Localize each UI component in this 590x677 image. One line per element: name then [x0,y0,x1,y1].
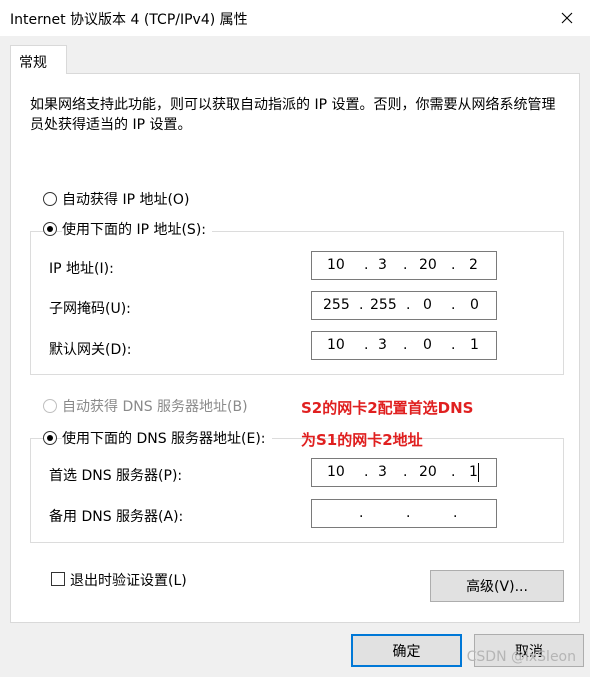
manual-dns-label: 使用下面的 DNS 服务器地址(E): [62,428,272,448]
default-gateway-label: 默认网关(D): [49,342,132,358]
alternate-dns-input[interactable]: . . . [311,499,497,528]
subnet-mask-label: 子网掩码(U): [49,301,131,317]
auto-ip-radio[interactable] [43,192,57,206]
manual-ip-label: 使用下面的 IP 地址(S): [62,219,212,239]
validate-checkbox[interactable] [51,572,65,586]
auto-dns-radio[interactable] [43,399,57,413]
manual-ip-radio[interactable] [43,222,57,236]
subnet-mask-input[interactable]: 255 . 255 . 0 . 0 [311,291,497,320]
ip-address-input[interactable]: 10 . 3 . 20 . 2 [311,251,497,280]
annotation-line-2: 为S1的网卡2地址 [301,431,423,449]
default-gateway-input[interactable]: 10 . 3 . 0 . 1 [311,331,497,360]
close-icon [561,12,573,24]
auto-dns-label: 自动获得 DNS 服务器地址(B) [62,399,248,415]
general-panel: 如果网络支持此功能，则可以获取自动指派的 IP 设置。否则，你需要从网络系统管理… [10,73,580,623]
preferred-dns-label: 首选 DNS 服务器(P): [49,468,183,484]
title-bar: Internet 协议版本 4 (TCP/IPv4) 属性 [0,0,590,36]
advanced-button[interactable]: 高级(V)... [430,570,564,602]
watermark: CSDN @lxSleon [466,649,576,665]
alternate-dns-label: 备用 DNS 服务器(A): [49,509,184,525]
preferred-dns-input[interactable]: 10 . 3 . 20 . 1 [311,458,497,487]
window-title: Internet 协议版本 4 (TCP/IPv4) 属性 [10,12,248,28]
close-button[interactable] [544,0,590,36]
ip-address-label: IP 地址(I): [49,261,114,277]
manual-dns-radio[interactable] [43,431,57,445]
annotation-line-1: S2的网卡2配置首选DNS [301,399,474,417]
description-text: 如果网络支持此功能，则可以获取自动指派的 IP 设置。否则，你需要从网络系统管理… [30,97,556,133]
validate-label: 退出时验证设置(L) [70,573,187,589]
auto-ip-label: 自动获得 IP 地址(O) [62,192,190,208]
tab-general[interactable]: 常规 [10,45,67,74]
ok-button[interactable]: 确定 [351,634,462,667]
text-cursor [478,463,479,482]
